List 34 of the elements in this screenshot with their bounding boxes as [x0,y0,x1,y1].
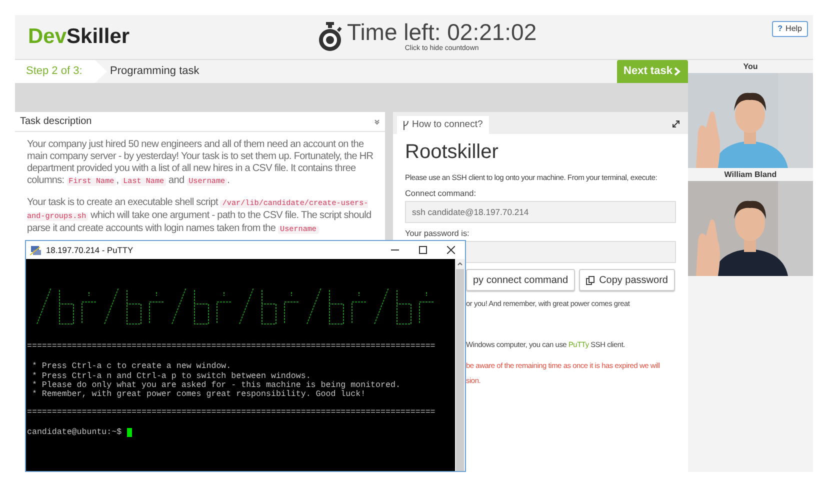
chevron-right-icon [674,67,682,76]
separator-line: ================================================================================== [27,408,436,418]
maximize-icon[interactable] [419,246,427,254]
connect-tab[interactable]: How to connect? [397,116,489,134]
terminal-line: * Remember, with great power comes great responsibility. Good luck! [30,390,367,400]
stopwatch-icon [317,22,343,52]
logo-text: Skiller [66,24,130,50]
collapse-icon[interactable] [374,118,380,124]
copy-button[interactable]: Copy password [579,269,675,292]
terminal-line: * Press Ctrl-a n and Ctrl-a p to switch between windows. [30,372,312,381]
branch-icon [403,120,409,130]
step-indicator: Step 2 of 3: [26,64,82,80]
time-left-text[interactable]: Time left: 02:21:02 [347,20,537,44]
field-label: Your password is: [405,229,470,240]
computer-icon [30,244,42,256]
panel-title: Task description [20,115,92,129]
logo-text: Dev [28,24,67,50]
participant-name: You [742,61,759,73]
terminal-line: * Please do only what you are asked for - this machine is being monitored. [30,380,402,390]
help-button[interactable]: ? Help [772,21,808,37]
field-label: Connect command: [405,189,476,200]
participant-name: William Bland [723,169,778,181]
terminal-line: * Press Ctrl-a c to create a new window. [30,362,232,372]
cursor-icon [126,428,132,437]
separator-line: ================================================================================== [27,342,436,352]
terminal-prompt: candidate@ubuntu:~$ [27,428,122,438]
close-icon[interactable] [447,246,455,254]
input-field[interactable]: ssh candidate@18.197.70.214 [405,201,676,224]
scrollbar-thumb[interactable] [456,269,464,471]
window-title: 18.197.70.214 - PuTTY [46,244,134,256]
expand-icon[interactable] [672,120,680,128]
task-title: Programming task [110,64,200,80]
connect-title: Rootskiller [405,140,500,164]
copy-button[interactable]: py connect command [466,269,576,292]
